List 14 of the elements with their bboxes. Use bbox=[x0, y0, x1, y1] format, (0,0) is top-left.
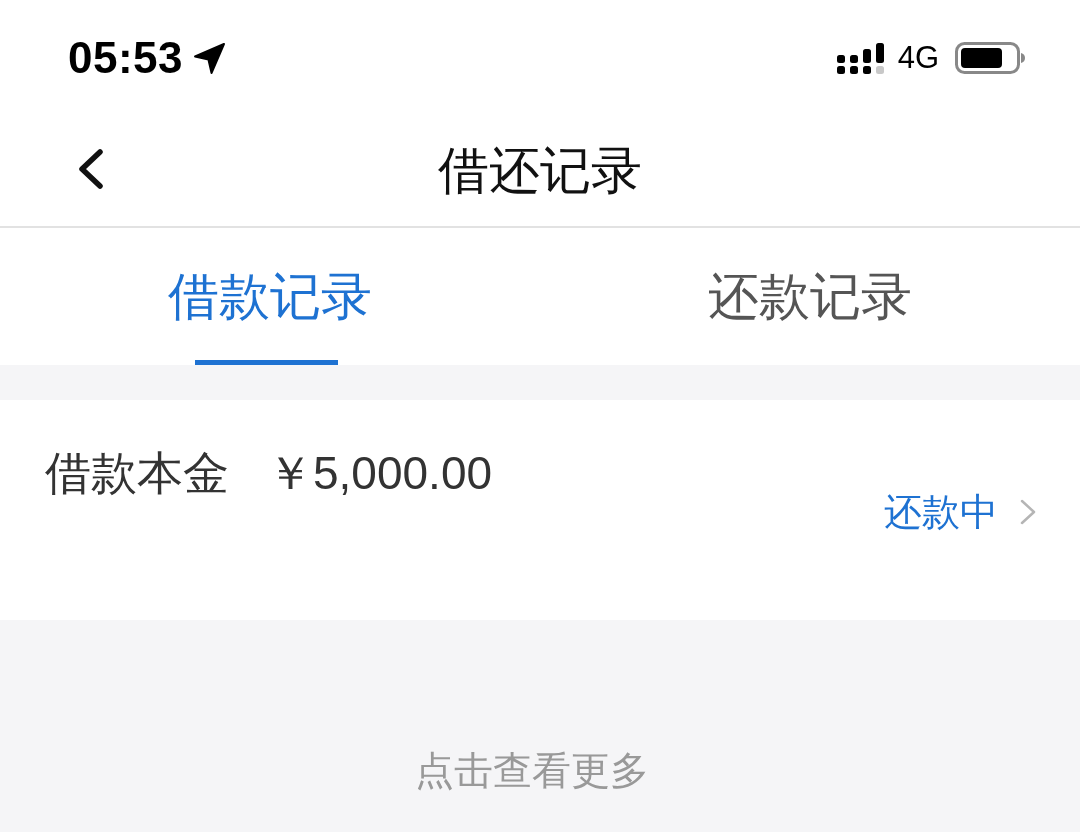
loan-record-card[interactable]: 借款本金 ￥5,000.00 还款中 bbox=[0, 400, 1080, 620]
network-type: 4G bbox=[897, 41, 939, 75]
principal-amount: ￥5,000.00 bbox=[267, 446, 493, 501]
tab[interactable]: 借款记录 bbox=[0, 228, 540, 365]
principal-label: 借款本金 bbox=[45, 446, 229, 501]
page-title: 借还记录 bbox=[438, 140, 642, 201]
tab[interactable]: 还款记录 bbox=[540, 228, 1080, 365]
back-chevron-icon bbox=[76, 149, 104, 189]
location-arrow-icon bbox=[193, 41, 227, 75]
status-time: 05:53 bbox=[68, 34, 184, 82]
battery-icon bbox=[955, 42, 1025, 74]
repayment-status: 还款中 bbox=[884, 490, 998, 535]
signal-icon bbox=[836, 42, 884, 74]
chevron-right-icon bbox=[1020, 499, 1036, 525]
